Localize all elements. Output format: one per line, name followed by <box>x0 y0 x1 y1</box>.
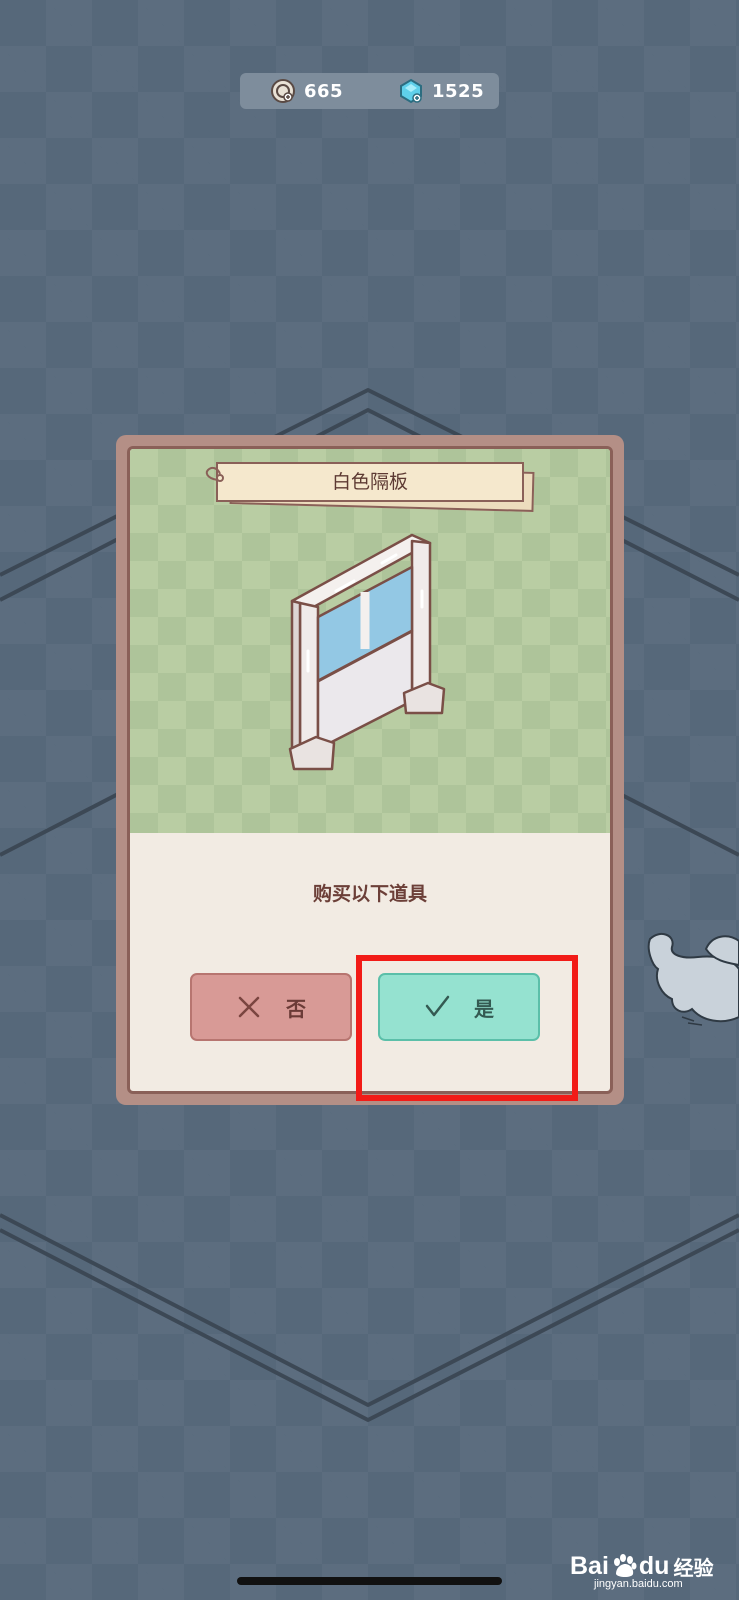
dialog-panel: 白色隔板 购买以下道具 否 是 <box>127 446 613 1094</box>
item-name: 白色隔板 <box>331 471 408 493</box>
purchase-prompt: 购买以下道具 <box>312 883 427 905</box>
yes-button[interactable]: 是 <box>378 973 540 1041</box>
paw-icon <box>613 1554 637 1577</box>
cat-sketch <box>647 932 739 1026</box>
coin-icon <box>271 79 295 103</box>
currency-bar: 665 1525 <box>240 73 499 109</box>
watermark-jingyan: 经验 <box>673 1555 714 1580</box>
watermark-bai: Bai <box>570 1551 609 1580</box>
watermark-du: du <box>638 1551 670 1580</box>
check-icon <box>425 995 450 1017</box>
yes-button-label: 是 <box>474 996 494 1021</box>
home-indicator[interactable] <box>237 1577 502 1585</box>
gem-count: 1525 <box>432 80 485 102</box>
no-button[interactable]: 否 <box>190 973 352 1041</box>
gem-counter: 1525 <box>398 73 484 109</box>
watermark-url: jingyan.baidu.com <box>594 1578 683 1590</box>
white-partition-illustration <box>288 533 446 771</box>
item-name-tag: 白色隔板 <box>200 458 540 512</box>
no-button-label: 否 <box>286 996 306 1021</box>
gem-icon <box>400 78 422 104</box>
item-preview: 白色隔板 <box>130 449 610 833</box>
coin-count: 665 <box>304 80 344 102</box>
purchase-dialog: 白色隔板 购买以下道具 否 是 <box>116 435 624 1105</box>
close-icon <box>238 996 260 1018</box>
coin-counter: 665 <box>270 73 343 109</box>
